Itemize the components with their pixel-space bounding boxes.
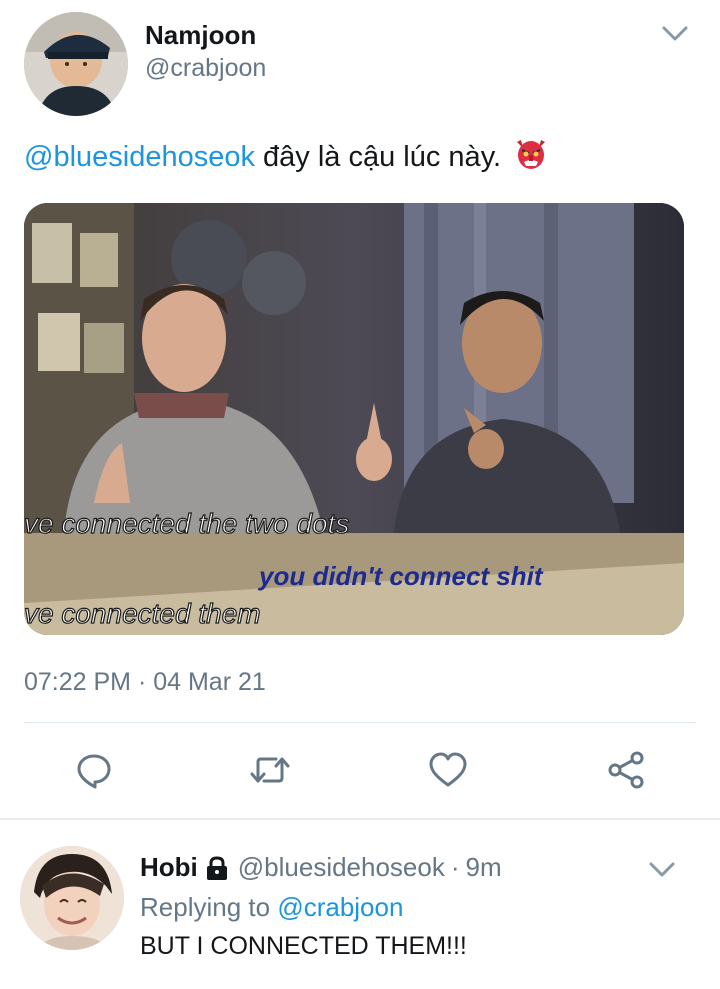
reply-icon [77, 754, 111, 789]
main-tweet: Namjoon @crabjoon @bluesidehoseok đây là… [0, 0, 720, 818]
reply-author-handle[interactable]: @bluesidehoseok [238, 852, 445, 883]
author-name[interactable]: Namjoon [145, 20, 256, 51]
reply-separator: · [450, 852, 460, 882]
replying-to: Replying to @crabjoon [140, 892, 403, 923]
goblin-mask-emoji-icon [517, 140, 546, 169]
share-button[interactable] [602, 746, 650, 794]
like-button[interactable] [424, 746, 472, 794]
media-caption-2: you didn't connect shit [257, 561, 544, 591]
reply-time[interactable]: 9m [466, 852, 502, 883]
share-icon [608, 751, 644, 789]
retweet-button[interactable] [246, 746, 294, 794]
reply-author-avatar[interactable] [20, 846, 124, 950]
reply-header: Hobi @bluesidehoseok · 9m [140, 852, 502, 883]
author-avatar[interactable] [24, 12, 128, 116]
media-caption-1: ve connected the two dots [24, 508, 349, 539]
reply-text: BUT I CONNECTED THEM!!! [140, 932, 467, 960]
tweet-body: đây là cậu lúc này. [263, 141, 502, 173]
tweet-media-image[interactable]: ve connected the two dots you didn't con… [24, 203, 684, 635]
replying-prefix: Replying to [140, 892, 271, 922]
reply-button[interactable] [70, 746, 118, 794]
tweet-timestamp[interactable]: 07:22 PM · 04 Mar 21 [24, 668, 266, 697]
replying-to-link[interactable]: @crabjoon [277, 892, 403, 922]
mention-link[interactable]: @bluesidehoseok [24, 141, 255, 173]
author-handle[interactable]: @crabjoon [145, 54, 266, 83]
divider [24, 722, 696, 723]
chevron-down-icon[interactable] [648, 860, 676, 880]
media-caption-3: ve connected them [24, 598, 261, 629]
tweet-text: @bluesidehoseok đây là cậu lúc này. [24, 136, 549, 177]
chevron-down-icon[interactable] [661, 24, 689, 44]
reply-tweet[interactable]: Hobi @bluesidehoseok · 9m Replying to @c… [0, 820, 720, 989]
heart-icon [429, 752, 467, 787]
reply-author-name[interactable]: Hobi [140, 852, 198, 883]
retweet-icon [250, 757, 290, 783]
lock-icon [206, 855, 227, 880]
